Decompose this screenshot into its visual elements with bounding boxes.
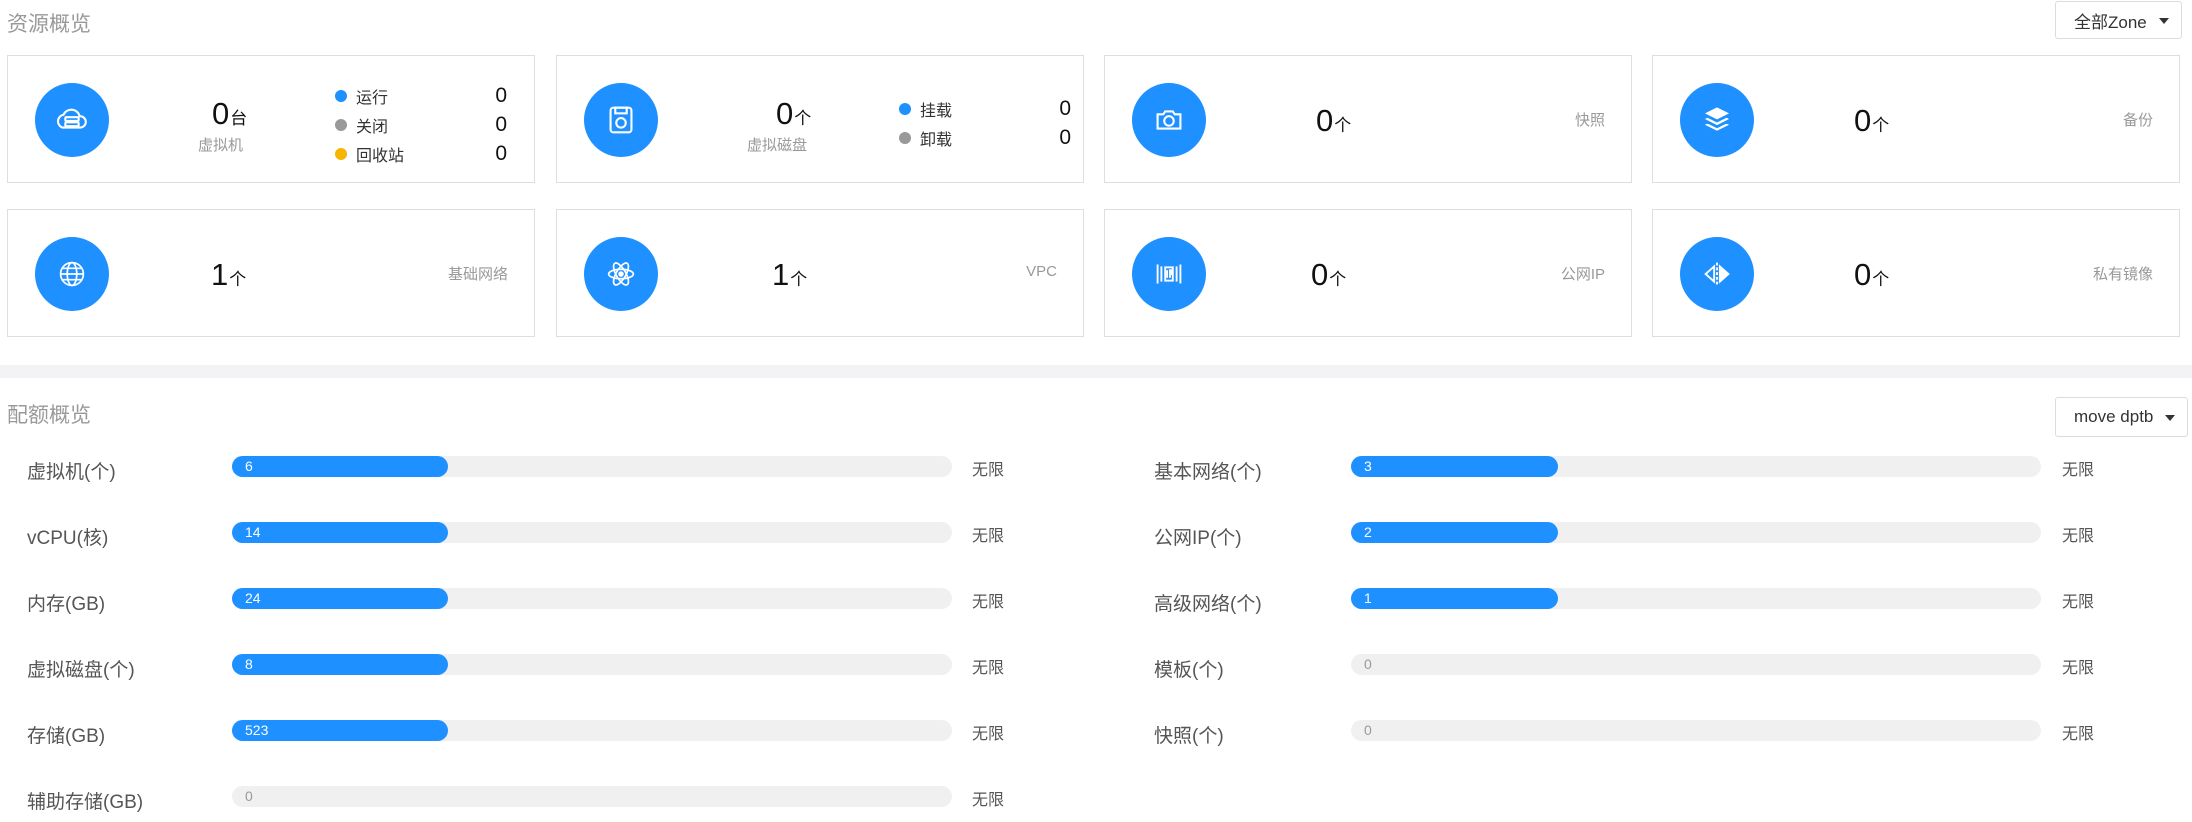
status-dot: [335, 90, 347, 102]
vm-unit: 台: [230, 109, 248, 128]
basic-network-unit: 个: [229, 270, 247, 289]
disk-icon: [584, 83, 658, 157]
status-value: 0: [495, 84, 507, 107]
status-value: 0: [1059, 97, 1071, 120]
atom-icon: [584, 237, 658, 311]
status-label: 卸载: [920, 132, 953, 149]
disk-unit: 个: [794, 109, 812, 128]
quota-progress-bar: 3: [1351, 456, 2041, 477]
snapshot-label: 快照: [1574, 112, 1605, 129]
quota-row: 快照(个) 0 无限: [0, 720, 2192, 747]
quota-limit: 无限: [2062, 594, 2095, 611]
ip-icon: [1132, 237, 1206, 311]
basic-network-label: 基础网络: [447, 266, 508, 283]
status-value: 0: [495, 113, 507, 136]
quota-row: 模板(个) 0 无限: [0, 654, 2192, 681]
zone-select-value: 全部Zone: [2074, 12, 2147, 32]
vpc-label: VPC: [1026, 263, 1057, 280]
card-vm[interactable]: 0台 虚拟机 运行 0 关闭 0 回收站 0: [7, 55, 535, 183]
globe-icon: [35, 237, 109, 311]
card-snapshot[interactable]: 0个 快照: [1104, 55, 1632, 183]
vm-status-recycle: 回收站 0: [335, 142, 507, 166]
quota-progress-fill: 3: [1351, 456, 1558, 477]
status-label: 回收站: [356, 148, 405, 165]
quota-progress-bar: 1: [1351, 588, 2041, 609]
basic-network-count: 1: [211, 257, 229, 292]
caret-down-icon: [2158, 18, 2169, 24]
quota-limit: 无限: [2062, 726, 2095, 743]
quota-progress-value: 0: [1364, 656, 1372, 672]
layers-icon: [1680, 83, 1754, 157]
status-dot: [899, 103, 911, 115]
public-ip-unit: 个: [1329, 270, 1347, 289]
quota-row: 辅助存储(GB) 0 无限: [0, 786, 2192, 813]
zone-select[interactable]: 全部Zone: [2055, 1, 2182, 39]
status-value: 0: [1059, 126, 1071, 149]
quota-progress-value: 0: [1364, 722, 1372, 738]
card-public-ip[interactable]: 0个 公网IP: [1104, 209, 1632, 337]
private-image-label: 私有镜像: [2092, 266, 2153, 283]
card-backup[interactable]: 0个 备份: [1652, 55, 2180, 183]
quota-row: 基本网络(个) 3 无限: [0, 456, 2192, 483]
status-label: 挂载: [920, 103, 953, 120]
quota-limit: 无限: [972, 792, 1005, 809]
mirror-icon: [1680, 237, 1754, 311]
vm-count: 0: [212, 96, 230, 131]
status-dot: [335, 119, 347, 131]
quota-overview-title: 配额概览: [7, 404, 91, 427]
project-select[interactable]: move dptb: [2055, 397, 2189, 437]
card-vpc[interactable]: 1个 VPC: [556, 209, 1084, 337]
quota-label: 模板(个): [1154, 660, 1224, 681]
caret-down-icon: [2165, 415, 2176, 421]
quota-row: 公网IP(个) 2 无限: [0, 522, 2192, 549]
public-ip-count: 0: [1311, 257, 1329, 292]
vm-status-stopped: 关闭 0: [335, 113, 507, 137]
vpc-count: 1: [772, 257, 790, 292]
quota-progress-bar: 0: [1351, 720, 2041, 741]
disk-label: 虚拟磁盘: [747, 137, 808, 154]
quota-label: 公网IP(个): [1154, 528, 1242, 549]
quota-progress-value: 0: [245, 788, 253, 804]
status-dot: [899, 132, 911, 144]
resource-overview-title: 资源概览: [7, 13, 91, 36]
quota-limit: 无限: [2062, 462, 2095, 479]
disk-status-attached: 挂载 0: [899, 97, 1071, 121]
quota-progress-bar: 0: [232, 786, 952, 807]
public-ip-label: 公网IP: [1560, 266, 1605, 283]
status-label: 关闭: [356, 119, 389, 136]
quota-limit: 无限: [2062, 660, 2095, 677]
quota-progress-bar: 2: [1351, 522, 2041, 543]
backup-unit: 个: [1872, 116, 1890, 135]
quota-label: 高级网络(个): [1154, 594, 1262, 615]
status-dot: [335, 148, 347, 160]
quota-label: 辅助存储(GB): [27, 792, 144, 813]
quota-label: 快照(个): [1154, 726, 1224, 747]
project-select-value: move dptb: [2074, 407, 2154, 426]
card-basic-network[interactable]: 1个 基础网络: [7, 209, 535, 337]
backup-count: 0: [1854, 103, 1872, 138]
camera-icon: [1132, 83, 1206, 157]
quota-row: 高级网络(个) 1 无限: [0, 588, 2192, 615]
quota-progress-bar: 0: [1351, 654, 2041, 675]
card-private-image[interactable]: 0个 私有镜像: [1652, 209, 2180, 337]
vm-status-running: 运行 0: [335, 84, 507, 108]
status-value: 0: [495, 142, 507, 165]
snapshot-unit: 个: [1334, 116, 1352, 135]
private-image-count: 0: [1854, 257, 1872, 292]
cloud-server-icon: [35, 83, 109, 157]
status-label: 运行: [356, 90, 389, 107]
section-divider: [0, 365, 2192, 378]
vpc-unit: 个: [790, 270, 808, 289]
vm-label: 虚拟机: [198, 137, 244, 154]
quota-progress-fill: 2: [1351, 522, 1558, 543]
quota-label: 基本网络(个): [1154, 462, 1262, 483]
quota-limit: 无限: [2062, 528, 2095, 545]
snapshot-count: 0: [1316, 103, 1334, 138]
disk-status-detached: 卸载 0: [899, 126, 1071, 150]
quota-progress-fill: 1: [1351, 588, 1558, 609]
card-disk[interactable]: 0个 虚拟磁盘 挂载 0 卸载 0: [556, 55, 1084, 183]
disk-count: 0: [776, 96, 794, 131]
backup-label: 备份: [2122, 112, 2153, 129]
private-image-unit: 个: [1872, 270, 1890, 289]
